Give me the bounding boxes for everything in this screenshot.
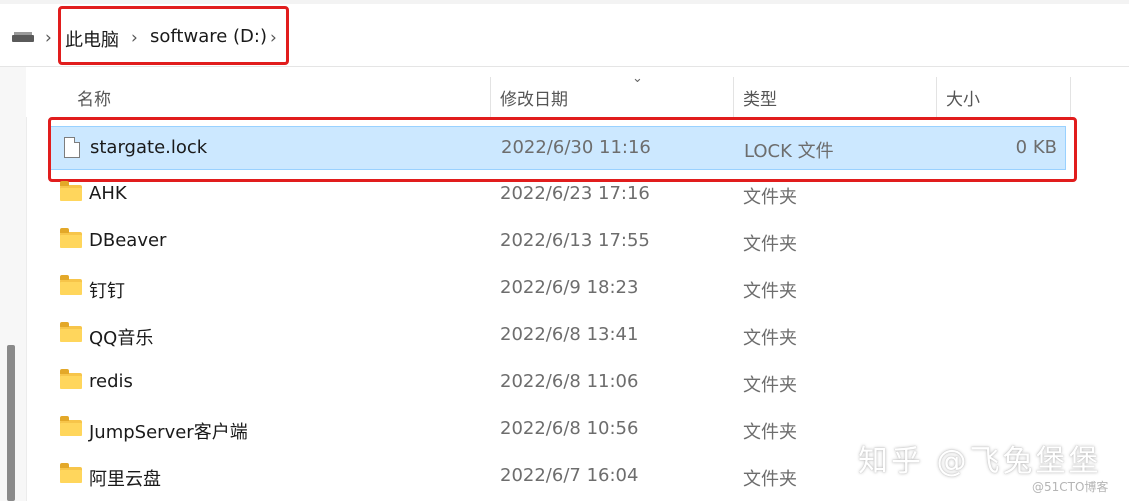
folder-icon xyxy=(60,369,82,389)
column-header-row: ⌄ 名称 修改日期 类型 大小 xyxy=(26,67,1129,117)
file-name: 钉钉 xyxy=(89,281,125,302)
table-row[interactable]: AHK 2022/6/23 17:16 文件夹 xyxy=(50,173,1066,217)
column-divider[interactable] xyxy=(936,77,937,117)
file-type: 文件夹 xyxy=(743,375,797,396)
column-divider[interactable] xyxy=(733,77,734,117)
table-row[interactable]: DBeaver 2022/6/13 17:55 文件夹 xyxy=(50,220,1066,264)
folder-icon xyxy=(60,275,82,295)
file-name: QQ音乐 xyxy=(89,328,154,349)
51cto-watermark: @51CTO博客 xyxy=(1032,480,1109,494)
folder-icon xyxy=(60,463,82,483)
file-type: 文件夹 xyxy=(743,469,797,490)
scrollbar-thumb[interactable] xyxy=(7,345,15,501)
folder-icon xyxy=(60,228,82,248)
file-date: 2022/6/9 18:23 xyxy=(500,277,639,298)
file-type: 文件夹 xyxy=(743,187,797,208)
file-date: 2022/6/8 10:56 xyxy=(500,418,639,439)
file-name: 阿里云盘 xyxy=(89,469,161,490)
table-row[interactable]: QQ音乐 2022/6/8 13:41 文件夹 xyxy=(50,314,1066,358)
file-date: 2022/6/7 16:04 xyxy=(500,465,639,486)
folder-icon xyxy=(60,322,82,342)
table-row[interactable]: 钉钉 2022/6/9 18:23 文件夹 xyxy=(50,267,1066,311)
table-row[interactable]: redis 2022/6/8 11:06 文件夹 xyxy=(50,361,1066,405)
file-date: 2022/6/8 11:06 xyxy=(500,371,639,392)
column-divider[interactable] xyxy=(1070,77,1071,117)
file-type: 文件夹 xyxy=(743,422,797,443)
column-divider[interactable] xyxy=(490,77,491,117)
navigation-pane xyxy=(0,67,27,501)
file-type: 文件夹 xyxy=(743,328,797,349)
column-date-modified[interactable]: 修改日期 xyxy=(500,85,568,110)
file-date: 2022/6/23 17:16 xyxy=(500,183,650,204)
file-type: 文件夹 xyxy=(743,234,797,255)
folder-icon xyxy=(60,181,82,201)
column-type[interactable]: 类型 xyxy=(743,85,777,110)
sort-indicator-icon: ⌄ xyxy=(632,71,643,86)
file-name: JumpServer客户端 xyxy=(89,422,248,443)
column-size[interactable]: 大小 xyxy=(946,85,980,110)
file-date: 2022/6/13 17:55 xyxy=(500,230,650,251)
file-date: 2022/6/8 13:41 xyxy=(500,324,639,345)
drive-icon[interactable] xyxy=(12,32,34,42)
breadcrumb-annotation-box xyxy=(58,6,289,65)
folder-icon xyxy=(60,416,82,436)
file-name: AHK xyxy=(89,183,127,204)
file-name: redis xyxy=(89,371,133,392)
chevron-right-icon[interactable]: › xyxy=(45,28,52,48)
column-name[interactable]: 名称 xyxy=(77,85,111,110)
file-type: 文件夹 xyxy=(743,281,797,302)
zhihu-watermark: 知乎 @飞兔堡堡 xyxy=(858,444,1102,479)
file-name: DBeaver xyxy=(89,230,167,251)
